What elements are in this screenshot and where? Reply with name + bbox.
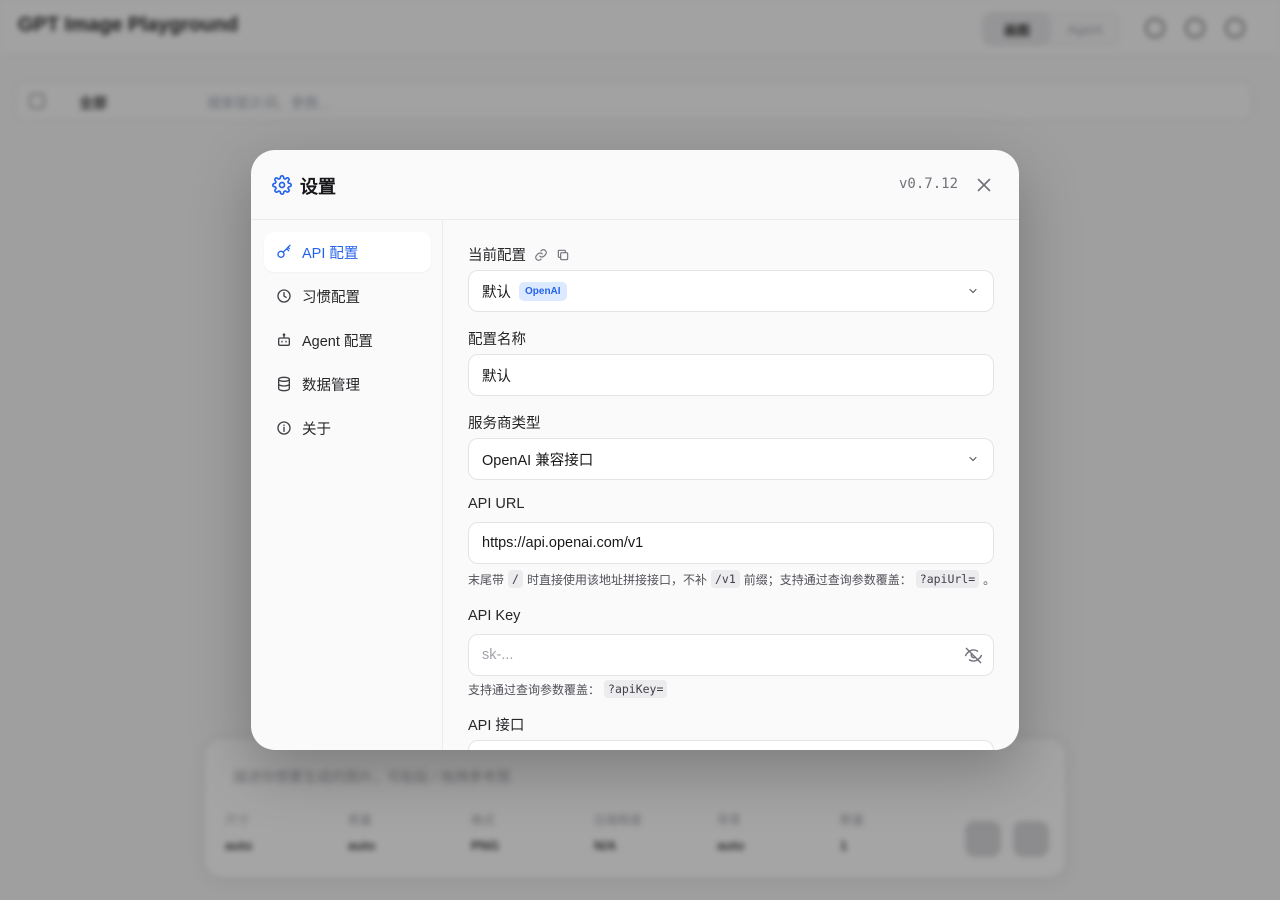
database-icon <box>278 376 290 392</box>
modal-header: 设置 v0.7.12 <box>251 150 1019 220</box>
hint-text: 时直接使用该地址拼接接口，不补 <box>526 572 707 587</box>
eye-off-icon[interactable] <box>964 646 983 665</box>
profile-name-input[interactable]: 默认 <box>468 354 994 396</box>
nav-label: 数据管理 <box>302 377 360 394</box>
provider-type-select[interactable]: OpenAI 兼容接口 <box>468 438 994 480</box>
copy-icon[interactable] <box>556 248 570 262</box>
api-url-input[interactable]: https://api.openai.com/v1 <box>468 522 994 564</box>
api-url-label: API URL <box>468 496 525 512</box>
hint-text: 。 <box>983 572 996 587</box>
nav-item-data-management[interactable]: 数据管理 <box>264 364 431 404</box>
bot-icon <box>278 333 290 346</box>
modal-title: 设置 <box>300 177 336 197</box>
hint-text: 末尾带 <box>468 572 505 587</box>
version-label: v0.7.12 <box>899 176 959 192</box>
nav-item-about[interactable]: 关于 <box>264 408 431 448</box>
api-key-input[interactable]: sk-... <box>468 634 994 676</box>
hint-text: 前缀；支持通过查询参数覆盖： <box>743 572 912 587</box>
settings-sidebar: API 配置 习惯配置 Agent 配置 数据管理 关于 <box>251 220 443 750</box>
clock-icon <box>277 289 291 303</box>
input-value: 默认 <box>482 368 511 385</box>
provider-type-label: 服务商类型 <box>468 416 541 432</box>
select-value: OpenAI 兼容接口 <box>482 452 594 469</box>
close-icon[interactable] <box>973 174 995 196</box>
api-url-hint: 末尾带 / 时直接使用该地址拼接接口，不补 /v1 前缀；支持通过查询参数覆盖：… <box>468 570 995 588</box>
nav-item-api-config[interactable]: API 配置 <box>264 232 431 272</box>
info-icon <box>277 421 291 435</box>
nav-item-habit-config[interactable]: 习惯配置 <box>264 276 431 316</box>
current-profile-label: 当前配置 <box>468 244 570 265</box>
api-endpoint-label: API 接口 <box>468 718 525 734</box>
hint-code: ?apiKey= <box>604 680 668 698</box>
gear-icon <box>272 175 292 195</box>
api-endpoint-select[interactable] <box>468 740 994 750</box>
api-key-label: API Key <box>468 608 521 624</box>
hint-code: / <box>508 570 523 588</box>
nav-label: 关于 <box>302 421 331 438</box>
current-profile-select[interactable]: 默认 OpenAI <box>468 270 994 312</box>
settings-content: 当前配置 默认 OpenAI 配置名称 默认 服务商类型 OpenAI 兼容接口… <box>443 220 1019 750</box>
hint-code: /v1 <box>710 570 740 588</box>
settings-modal: 设置 v0.7.12 API 配置 习惯配置 Agent 配置 数据管理 关于 … <box>251 150 1019 750</box>
api-key-hint: 支持通过查询参数覆盖： ?apiKey= <box>468 680 671 698</box>
nav-item-agent-config[interactable]: Agent 配置 <box>264 320 431 360</box>
input-placeholder: sk-... <box>482 647 514 663</box>
link-icon[interactable] <box>534 248 548 262</box>
chevron-down-icon <box>969 288 977 294</box>
hint-text: 支持通过查询参数覆盖： <box>468 682 601 697</box>
input-value: https://api.openai.com/v1 <box>482 535 644 551</box>
provider-badge: OpenAI <box>519 281 567 301</box>
select-value: 默认 <box>482 284 511 301</box>
chevron-down-icon <box>969 456 977 462</box>
nav-label: 习惯配置 <box>302 289 360 306</box>
key-icon <box>277 244 291 258</box>
label-text: 当前配置 <box>468 248 526 264</box>
hint-code: ?apiUrl= <box>915 570 980 588</box>
profile-name-label: 配置名称 <box>468 332 526 348</box>
nav-label: Agent 配置 <box>302 333 373 350</box>
nav-label: API 配置 <box>302 245 359 262</box>
